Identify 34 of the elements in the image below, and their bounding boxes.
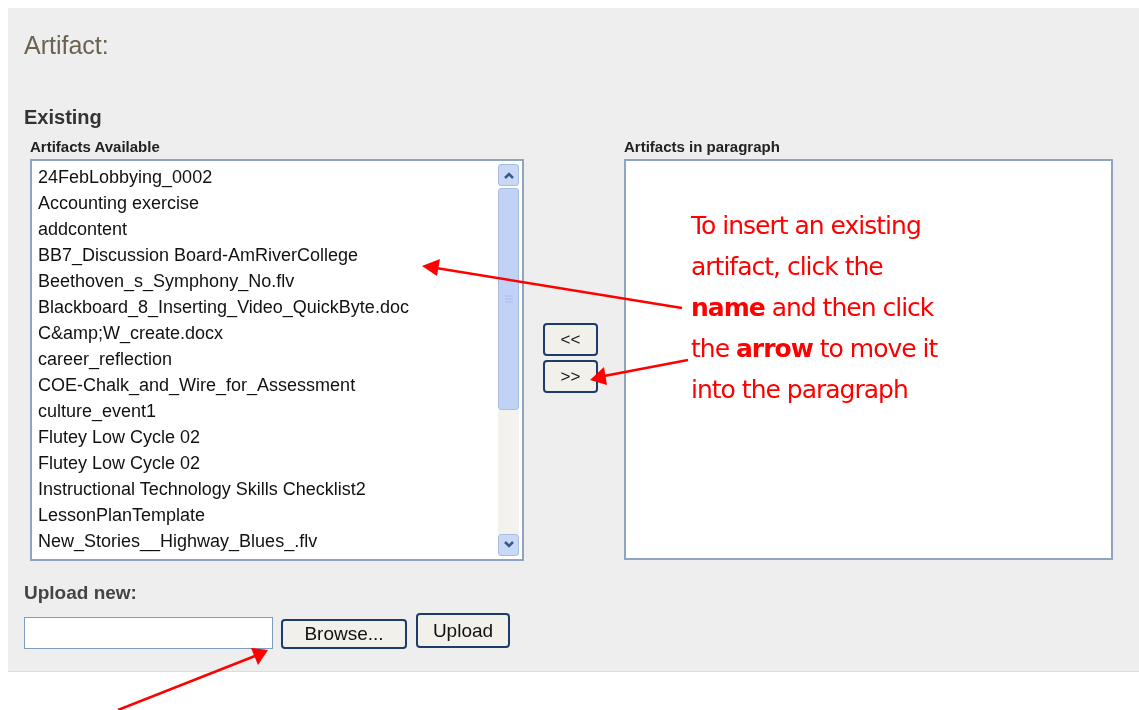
- upload-label: Upload new:: [24, 581, 138, 605]
- list-item[interactable]: culture_event1: [38, 398, 498, 424]
- move-button[interactable]: >>: [543, 360, 598, 393]
- file-path-field[interactable]: [24, 617, 273, 649]
- section-title: Artifact:: [24, 30, 110, 60]
- list-item[interactable]: career_reflection: [38, 346, 498, 372]
- list-item[interactable]: Accounting exercise: [38, 190, 498, 216]
- list-item[interactable]: Flutey Low Cycle 02: [38, 424, 498, 450]
- list-item[interactable]: addcontent: [38, 216, 498, 242]
- scrollbar[interactable]: [498, 161, 522, 559]
- list-item[interactable]: BB7_Discussion Board-AmRiverCollege: [38, 242, 498, 268]
- list-item[interactable]: New_Stories__Highway_Blues_.flv: [38, 528, 498, 554]
- list-item[interactable]: Beethoven_s_Symphony_No.flv: [38, 268, 498, 294]
- move-button[interactable]: <<: [543, 323, 598, 356]
- list-item[interactable]: Flutey Low Cycle 02: [38, 450, 498, 476]
- scroll-down-button[interactable]: [498, 534, 519, 556]
- list-item[interactable]: 24FebLobbying_0002: [38, 164, 498, 190]
- paragraph-listbox[interactable]: [624, 159, 1113, 560]
- list-label: Artifacts in paragraph: [624, 137, 781, 157]
- artifacts-listbox[interactable]: [30, 159, 524, 561]
- scroll-thumb[interactable]: [498, 188, 519, 410]
- instruction-annotation: To insert an existing artifact, click the name and then click the arrow to move it into the paragraph: [691, 210, 939, 406]
- chevron-up-icon: [502, 171, 515, 179]
- list-label: Artifacts Available: [29, 137, 161, 157]
- upload-button[interactable]: Upload: [416, 613, 510, 648]
- browse-button[interactable]: Browse...: [281, 619, 407, 649]
- list-item[interactable]: LessonPlanTemplate: [38, 502, 498, 528]
- list-item[interactable]: Blackboard_8_Inserting_Video_QuickByte.doc: [38, 294, 498, 320]
- list-item[interactable]: C&amp;W_create.docx: [38, 320, 498, 346]
- subsection-heading: Existing: [24, 105, 103, 129]
- scroll-up-button[interactable]: [498, 164, 519, 186]
- list-item[interactable]: COE-Chalk_and_Wire_for_Assessment: [38, 372, 498, 398]
- list-item[interactable]: Instructional Technology Skills Checklist2: [38, 476, 498, 502]
- chevron-down-icon: [502, 541, 515, 549]
